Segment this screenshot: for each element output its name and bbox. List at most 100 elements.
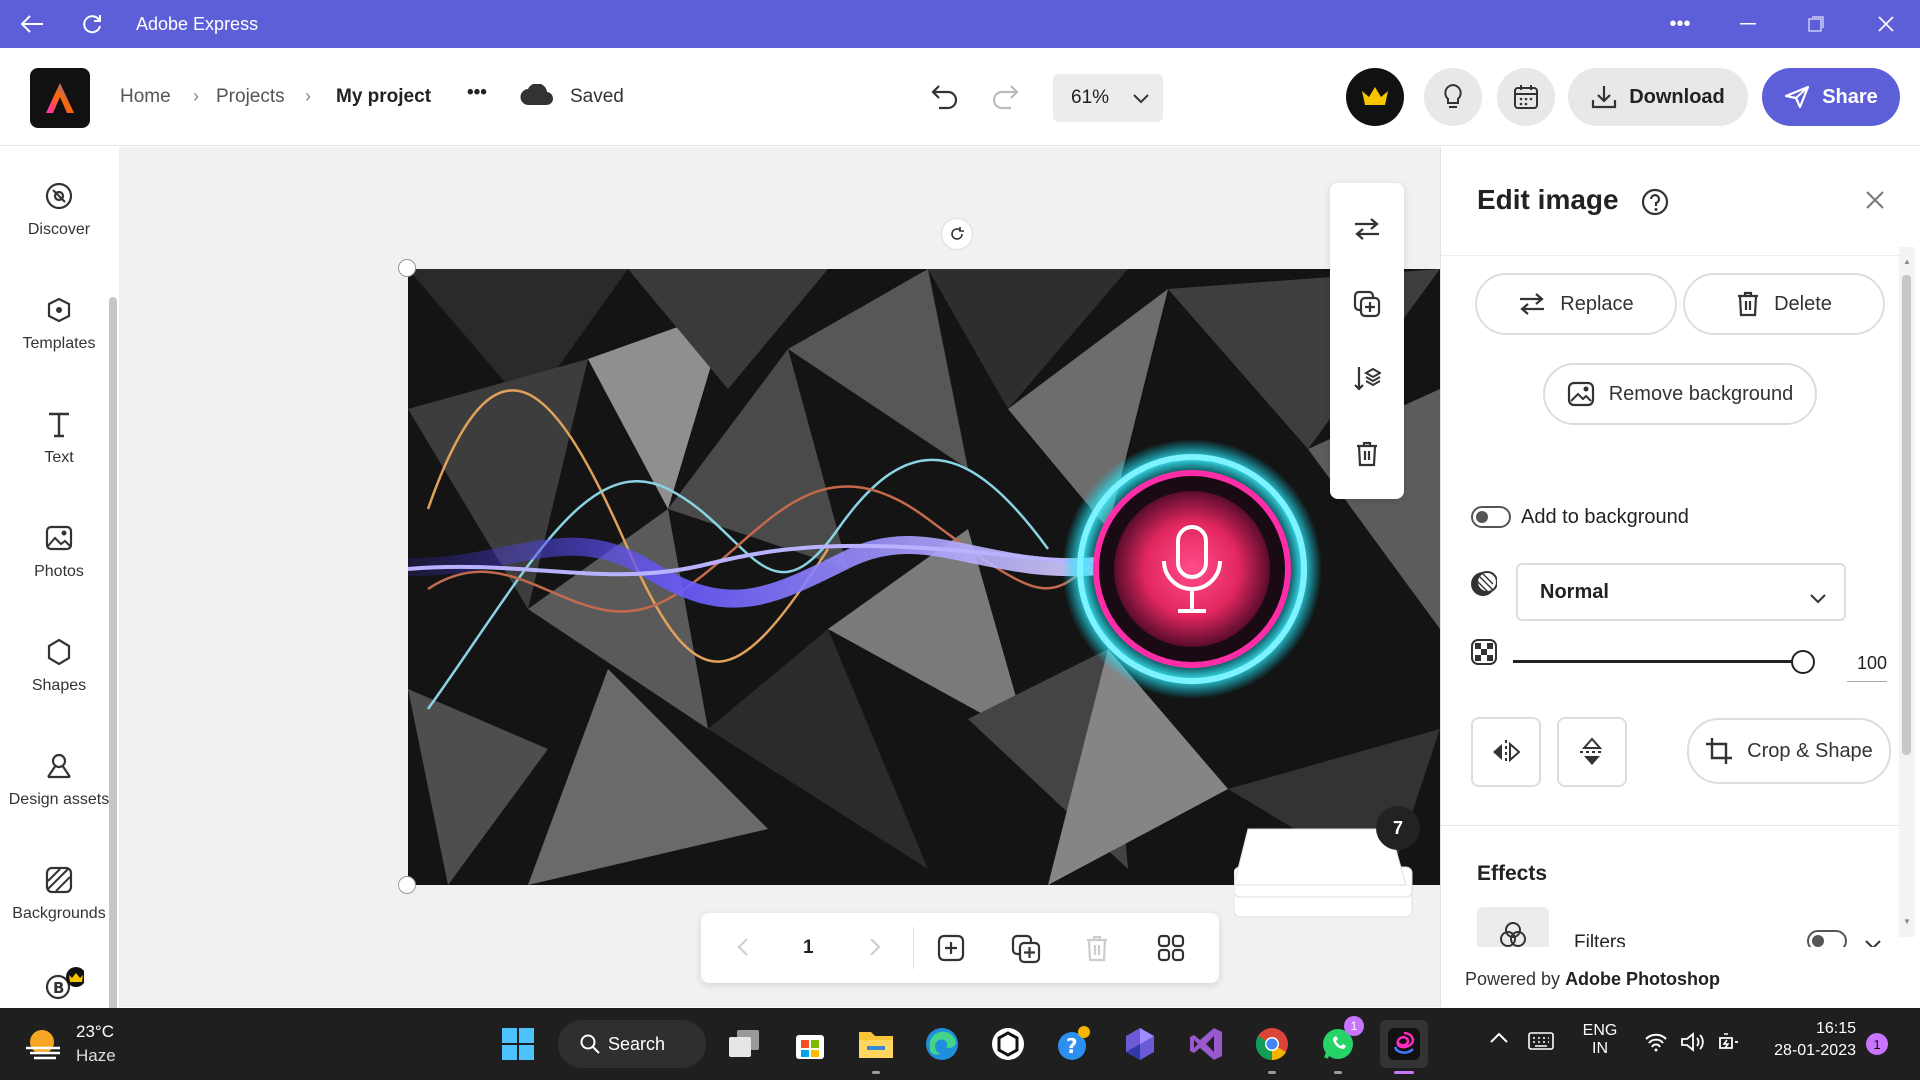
region-code: IN xyxy=(1592,1040,1608,1057)
remove-background-button[interactable]: Remove background xyxy=(1543,363,1817,425)
window-title: Adobe Express xyxy=(136,14,259,34)
flip-horizontal-button[interactable] xyxy=(1471,717,1541,787)
replace-icon[interactable] xyxy=(1330,199,1404,259)
breadcrumb-current-project[interactable]: My project xyxy=(336,86,431,108)
project-more-button[interactable]: ••• xyxy=(467,82,487,104)
arrange-layers-icon[interactable] xyxy=(1330,349,1404,409)
close-window-button[interactable] xyxy=(1858,0,1914,48)
add-page-icon[interactable] xyxy=(937,934,965,967)
rail-discover[interactable]: Discover xyxy=(0,175,118,265)
breadcrumb-home[interactable]: Home xyxy=(120,86,171,108)
crop-and-shape-button[interactable]: Crop & Shape xyxy=(1687,718,1891,784)
restore-button[interactable] xyxy=(1788,0,1844,48)
flip-vertical-button[interactable] xyxy=(1557,717,1627,787)
powered-by-brand: Adobe Photoshop xyxy=(1565,969,1721,989)
rail-text[interactable]: Text xyxy=(0,403,118,493)
close-panel-icon[interactable] xyxy=(1865,190,1885,215)
get-help-icon[interactable]: ? xyxy=(1050,1020,1098,1068)
opacity-value[interactable]: 100 xyxy=(1847,653,1887,674)
selected-image[interactable] xyxy=(408,269,1440,885)
keyboard-icon[interactable] xyxy=(1528,1032,1554,1055)
opacity-slider-track[interactable] xyxy=(1513,660,1803,663)
zoom-dropdown[interactable]: 61% xyxy=(1053,74,1163,122)
task-view-icon[interactable] xyxy=(720,1020,768,1068)
edge-browser-icon[interactable] xyxy=(918,1020,966,1068)
share-button[interactable]: Share xyxy=(1762,68,1900,126)
backgrounds-icon xyxy=(44,865,74,895)
trash-icon[interactable] xyxy=(1330,424,1404,484)
rail-label: Text xyxy=(44,449,74,466)
left-rail: Discover Templates Text Photos Shapes De… xyxy=(0,147,120,1017)
brand-kit-icon[interactable]: B xyxy=(44,967,86,1006)
rail-scrollbar[interactable] xyxy=(109,297,117,1017)
resize-handle-top-left[interactable] xyxy=(398,259,416,277)
remove-background-label: Remove background xyxy=(1608,382,1794,405)
chrome-icon[interactable] xyxy=(1248,1020,1296,1074)
windows-start-icon[interactable] xyxy=(494,1020,542,1068)
file-explorer-icon[interactable] xyxy=(852,1020,900,1074)
adobe-express-logo[interactable] xyxy=(30,68,90,128)
volume-icon[interactable] xyxy=(1680,1032,1706,1057)
save-status: Saved xyxy=(570,86,624,107)
notification-badge[interactable]: 1 xyxy=(1866,1033,1888,1055)
scroll-down-icon[interactable]: ▼ xyxy=(1903,917,1911,926)
refresh-icon[interactable] xyxy=(64,0,120,48)
duplicate-icon[interactable] xyxy=(1330,274,1404,334)
rail-backgrounds[interactable]: Backgrounds xyxy=(0,859,118,949)
breadcrumb-projects[interactable]: Projects xyxy=(216,86,285,108)
panel-scrollbar[interactable]: ▲ ▼ xyxy=(1899,247,1915,937)
back-arrow-icon[interactable] xyxy=(4,0,60,48)
crop-icon xyxy=(1706,738,1733,764)
prev-page-icon[interactable] xyxy=(737,937,749,962)
panel-title: Edit image xyxy=(1477,184,1619,215)
undo-icon[interactable] xyxy=(930,82,960,115)
grid-view-icon[interactable] xyxy=(1157,934,1185,967)
whatsapp-icon[interactable]: 1 xyxy=(1314,1016,1364,1074)
help-icon[interactable] xyxy=(1641,188,1669,221)
compass-icon xyxy=(44,181,74,211)
send-icon xyxy=(1785,85,1810,109)
language-code: ENG xyxy=(1582,1022,1618,1039)
rail-design-assets[interactable]: Design assets xyxy=(0,745,118,835)
weather-sun-icon[interactable] xyxy=(24,1026,64,1067)
visual-studio-icon[interactable] xyxy=(1182,1020,1230,1068)
clock[interactable]: 16:15 28-01-2023 xyxy=(1762,1020,1856,1060)
opacity-slider-thumb[interactable] xyxy=(1791,650,1815,674)
microsoft-store-icon[interactable] xyxy=(786,1020,834,1068)
language-indicator[interactable]: ENG IN xyxy=(1580,1022,1620,1058)
taskbar-search[interactable]: Search xyxy=(558,1020,706,1068)
rail-label: Shapes xyxy=(31,677,87,694)
power-automate-icon[interactable] xyxy=(1116,1020,1164,1068)
premium-crown-button[interactable] xyxy=(1346,68,1404,126)
image-icon xyxy=(1567,381,1594,407)
minimize-button[interactable] xyxy=(1720,0,1776,48)
replace-icon xyxy=(1520,293,1545,315)
weather-desc[interactable]: Haze xyxy=(76,1046,116,1066)
resize-handle-bottom-left[interactable] xyxy=(398,876,416,894)
scroll-up-icon[interactable]: ▲ xyxy=(1903,257,1911,266)
adobe-express-taskbar-icon[interactable] xyxy=(1380,1020,1428,1074)
wifi-icon[interactable] xyxy=(1644,1032,1668,1057)
download-button[interactable]: Download xyxy=(1568,68,1748,126)
more-options-icon[interactable]: ••• xyxy=(1652,0,1708,48)
openai-app-icon[interactable] xyxy=(984,1020,1032,1068)
duplicate-page-icon[interactable] xyxy=(1011,934,1041,969)
replace-button[interactable]: Replace xyxy=(1475,273,1677,335)
blend-mode-select[interactable]: Normal xyxy=(1516,563,1846,621)
weather-temp[interactable]: 23°C xyxy=(76,1022,114,1042)
add-to-background-toggle[interactable] xyxy=(1471,506,1511,528)
rail-shapes[interactable]: Shapes xyxy=(0,631,118,721)
battery-charging-icon[interactable] xyxy=(1716,1030,1740,1059)
calendar-icon[interactable] xyxy=(1497,68,1555,126)
rail-templates[interactable]: Templates xyxy=(0,289,118,379)
show-hidden-icons-chevron-icon[interactable] xyxy=(1490,1030,1508,1048)
delete-page-icon[interactable] xyxy=(1085,934,1109,967)
redo-icon[interactable] xyxy=(990,82,1020,115)
delete-button[interactable]: Delete xyxy=(1683,273,1885,335)
rotate-handle-icon[interactable] xyxy=(941,218,973,250)
current-page-number: 1 xyxy=(803,937,814,958)
rail-photos[interactable]: Photos xyxy=(0,517,118,607)
panel-scroll-thumb[interactable] xyxy=(1902,275,1911,755)
lightbulb-icon[interactable] xyxy=(1424,68,1482,126)
next-page-icon[interactable] xyxy=(869,937,881,962)
